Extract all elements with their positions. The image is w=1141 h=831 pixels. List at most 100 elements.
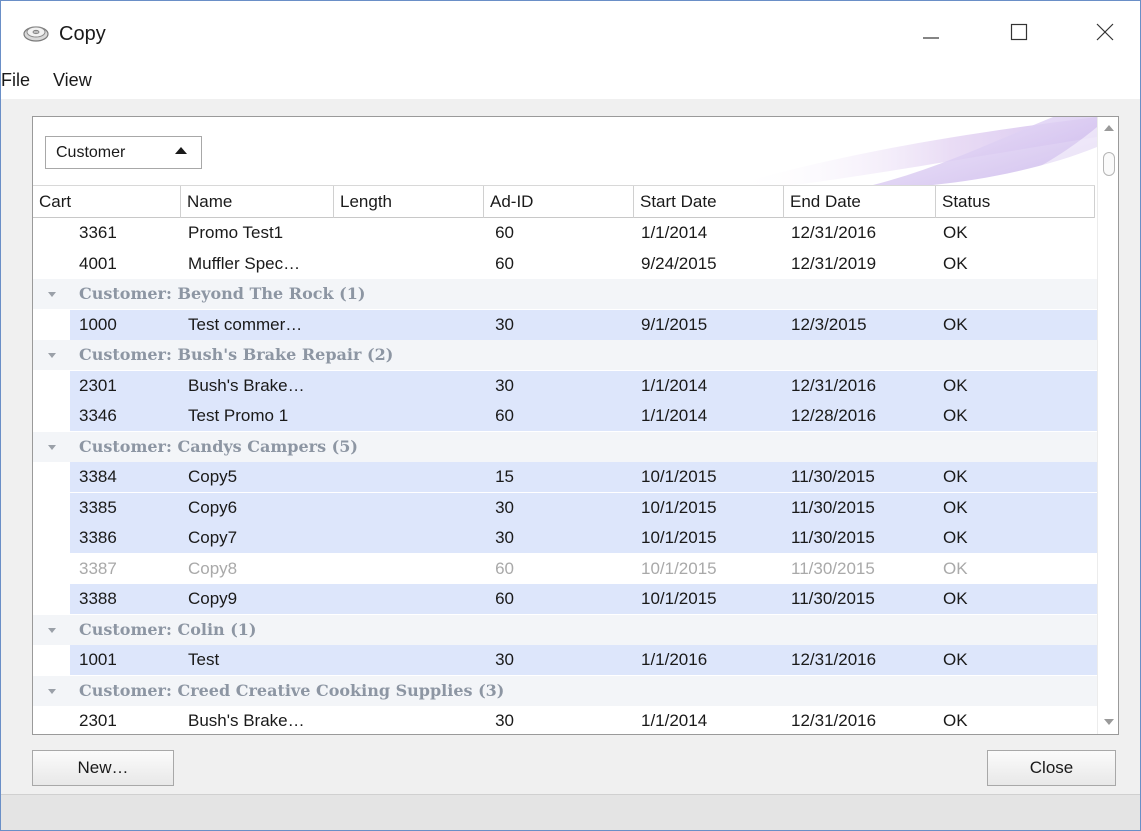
collapse-chevron-icon[interactable] [48,627,56,633]
table-row[interactable]: 3346 Test Promo 1 60 1/1/2014 12/28/2016 OK [33,401,1097,431]
cell-ad-id [490,371,630,401]
close-button[interactable]: Close [987,750,1116,786]
cell-end-date: 11/30/2015 [791,497,875,517]
scroll-up-icon[interactable] [1104,125,1114,131]
cell-ad-id [490,706,630,734]
scrollbar-thumb[interactable] [1103,152,1115,176]
cell-end-date: 12/31/2016 [791,711,877,730]
cell-length: 30 [495,711,514,730]
cell-end-date: 11/30/2015 [791,528,875,547]
new-button[interactable]: New… [32,750,174,786]
collapse-chevron-icon[interactable] [48,292,56,297]
cell-name: Test [188,650,220,669]
table-row[interactable]: 3388 Copy9 60 10/1/2015 11/30/2015 OK [33,584,1097,614]
disc-icon [23,26,49,42]
group-row[interactable]: Customer: Colin (1) [33,614,1097,645]
column-header-name[interactable]: Name [181,186,334,218]
close-icon [1096,23,1114,41]
cell-name: Copy6 [188,497,238,517]
cell-start-date: 10/1/2015 [641,467,717,486]
table-row[interactable]: 4001 Muffler Spec… 60 9/24/2015 12/31/2019 OK [33,248,1097,279]
table-row[interactable]: 2301 Bush's Brake… 30 1/1/2014 12/31/2016 OK [33,706,1097,734]
group-by-customer-chip[interactable]: Customer [45,136,202,169]
cell-cart: 3361 [79,223,117,242]
copy-grid: Customer Cart Name Length Ad-ID Start Da… [32,116,1119,735]
scroll-down-icon[interactable] [1104,719,1114,725]
group-row[interactable]: Customer: Beyond The Rock (1) [33,279,1097,309]
cell-name: Copy5 [188,467,238,486]
cell-name: Promo Test1 [188,223,284,242]
cell-ad-id [490,249,630,279]
cell-length: 30 [495,650,514,669]
collapse-chevron-icon[interactable] [48,688,56,694]
maximize-button[interactable] [984,1,1054,63]
cell-status: OK [943,223,968,242]
cell-length: 30 [495,528,514,547]
cell-start-date: 10/1/2015 [641,589,717,608]
column-header-end-date[interactable]: End Date [784,186,936,218]
column-header-cart[interactable]: Cart [33,186,181,218]
cell-cart: 3387 [79,558,117,578]
column-header-status[interactable]: Status [936,186,1095,218]
feather-decoration-icon [733,117,1097,185]
table-row[interactable]: 3384 Copy5 15 10/1/2015 11/30/2015 OK [33,462,1097,492]
column-header-length[interactable]: Length [334,186,484,218]
cell-name: Copy7 [188,528,238,547]
cell-status: OK [943,711,968,730]
group-row[interactable]: Customer: Bush's Brake Repair (2) [33,340,1097,370]
group-label: Customer: Candys Campers (5) [79,436,358,456]
group-row[interactable]: Customer: Creed Creative Cooking Supplie… [33,675,1097,706]
cell-ad-id [490,218,630,248]
cell-end-date: 12/31/2016 [791,223,877,242]
table-row[interactable]: 2301 Bush's Brake… 30 1/1/2014 12/31/2016 OK [33,370,1097,401]
table-row[interactable]: 3387 Copy8 60 10/1/2015 11/30/2015 OK [33,553,1097,584]
group-by-panel: Customer [33,117,1097,185]
row-indent [33,401,70,431]
row-indent [33,492,70,523]
cell-end-date: 11/30/2015 [791,467,875,486]
title-bar[interactable]: Copy [1,1,1140,63]
column-header-start-date[interactable]: Start Date [634,186,784,218]
cell-status: OK [943,406,968,425]
column-header-ad-id[interactable]: Ad-ID [484,186,634,218]
minimize-button[interactable] [896,1,966,63]
cell-length: 60 [495,558,514,578]
table-row[interactable]: 1001 Test 30 1/1/2016 12/31/2016 OK [33,645,1097,675]
group-label: Customer: Beyond The Rock (1) [79,284,366,303]
row-indent [33,370,70,401]
cell-start-date: 1/1/2014 [641,711,708,730]
status-bar [1,794,1140,830]
cell-ad-id [490,584,630,614]
minimize-icon [923,37,939,39]
cell-cart: 3346 [79,406,117,425]
close-window-button[interactable] [1070,1,1140,63]
group-row[interactable]: Customer: Candys Campers (5) [33,431,1097,462]
copy-window: Copy File View Customer Cart Name Length… [0,0,1141,831]
cell-ad-id [490,645,630,675]
cell-start-date: 9/1/2015 [641,314,708,334]
table-row[interactable]: 3385 Copy6 30 10/1/2015 11/30/2015 OK [33,492,1097,523]
row-indent [33,584,70,614]
cell-status: OK [943,314,968,334]
collapse-chevron-icon[interactable] [48,353,56,358]
table-row[interactable]: 1000 Test commer… 30 9/1/2015 12/3/2015 OK [33,309,1097,340]
collapse-chevron-icon[interactable] [48,444,56,450]
cell-cart: 2301 [79,375,117,395]
cell-cart: 3385 [79,497,117,517]
group-chip-label: Customer [56,143,126,161]
row-indent [33,248,70,279]
cell-start-date: 9/24/2015 [641,253,717,273]
cell-length: 60 [495,223,514,242]
menu-file[interactable]: File [1,70,30,91]
row-indent [33,553,70,584]
menu-view[interactable]: View [53,70,92,91]
cell-length: 15 [495,467,514,486]
column-header-row: Cart Name Length Ad-ID Start Date End Da… [33,185,1095,218]
cell-end-date: 12/31/2016 [791,375,877,395]
cell-status: OK [943,467,968,486]
row-indent [33,462,70,492]
cell-status: OK [943,650,968,669]
table-row[interactable]: 3386 Copy7 30 10/1/2015 11/30/2015 OK [33,523,1097,553]
table-row[interactable]: 3361 Promo Test1 60 1/1/2014 12/31/2016 OK [33,218,1097,248]
vertical-scrollbar[interactable] [1097,117,1118,734]
